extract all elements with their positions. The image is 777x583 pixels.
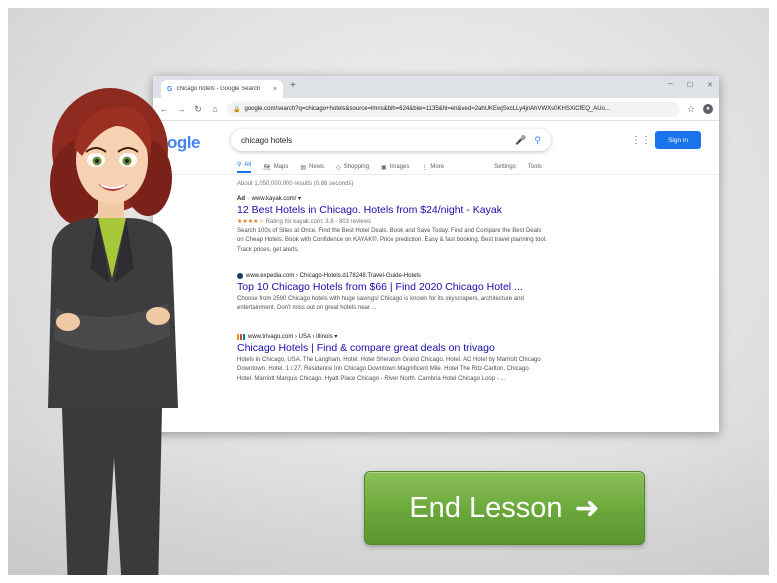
tab-title: chicago hotels - Google Search: [176, 86, 261, 92]
search-query: chicago hotels: [241, 135, 293, 145]
end-lesson-label: End Lesson: [409, 491, 563, 524]
result-url-text: www.expedia.com › Chicago-Hotels.d178248…: [246, 273, 421, 279]
result-snippet: Choose from 2590 Chicago hotels with hug…: [237, 296, 524, 312]
search-input[interactable]: chicago hotels 🎤 ⚲: [231, 129, 551, 151]
minimize-icon[interactable]: ─: [668, 81, 673, 89]
image-icon: ▣: [381, 164, 387, 171]
tag-icon: ◇: [336, 164, 341, 171]
tabs-spacer: [456, 161, 482, 173]
end-lesson-button[interactable]: End Lesson ➜: [364, 471, 645, 545]
tab-all[interactable]: ⚲ All: [237, 161, 252, 173]
search-result: www.trivago.com › USA › Illinois ▾ Chica…: [237, 333, 547, 384]
close-icon[interactable]: ×: [273, 86, 277, 93]
result-title-link[interactable]: 12 Best Hotels in Chicago. Hotels from $…: [237, 204, 547, 216]
search-icon: ⚲: [237, 162, 242, 168]
search-result: Ad · www.kayak.com/ ▾ 12 Best Hotels in …: [237, 195, 547, 255]
presenter-character: [48, 88, 178, 575]
google-results-page: ogle chicago hotels 🎤 ⚲ ⋮⋮ Sign in ⚲ All…: [153, 121, 719, 432]
tab-more-label: More: [430, 164, 445, 170]
reload-icon[interactable]: ↻: [193, 104, 203, 115]
browser-toolbar: ← → ↻ ⌂ 🔒 google.com/search?q=chicago+ho…: [153, 98, 719, 121]
result-snippet: Search 100s of Sites at Once. Find the B…: [237, 228, 547, 253]
result-snippet: Hotels in Chicago, USA. The Langham. Hot…: [237, 357, 541, 382]
tab-maps[interactable]: 🗺 Maps: [263, 161, 288, 173]
profile-avatar-icon[interactable]: ●: [703, 104, 713, 114]
slide-stage: G chicago hotels - Google Search × + ─ ☐…: [8, 8, 769, 575]
result-title-link[interactable]: Chicago Hotels | Find & compare great de…: [237, 342, 547, 354]
maximize-icon[interactable]: ☐: [687, 81, 693, 89]
map-icon: 🗺: [263, 164, 271, 171]
ad-badge: Ad: [237, 195, 245, 202]
home-icon[interactable]: ⌂: [210, 104, 220, 114]
result-url[interactable]: Ad · www.kayak.com/ ▾: [237, 195, 547, 203]
tab-shopping-label: Shopping: [343, 164, 370, 170]
result-stats: About 1,050,000,000 results (0.88 second…: [237, 181, 354, 187]
sign-in-button[interactable]: Sign in: [655, 131, 701, 149]
expedia-icon: [237, 273, 243, 279]
lock-icon: 🔒: [233, 106, 241, 113]
tab-shopping[interactable]: ◇ Shopping: [336, 161, 369, 173]
search-icon[interactable]: ⚲: [534, 135, 541, 146]
more-icon: ⋮: [421, 164, 428, 171]
bookmark-star-icon[interactable]: ☆: [687, 104, 695, 115]
tab-more[interactable]: ⋮ More: [421, 161, 444, 173]
address-bar[interactable]: 🔒 google.com/search?q=chicago+hotels&sou…: [227, 101, 680, 117]
result-rating: ★★★★☆ Rating for kayak.com: 3.8 - 803 re…: [237, 218, 547, 225]
result-url[interactable]: www.expedia.com › Chicago-Hotels.d178248…: [237, 273, 547, 279]
tab-news[interactable]: ▤ News: [300, 161, 324, 173]
trivago-icon: [237, 333, 245, 340]
rating-stars: ★★★★☆: [237, 219, 264, 225]
tab-images-label: Images: [389, 164, 410, 170]
tab-news-label: News: [309, 164, 325, 170]
settings-link[interactable]: Settings: [494, 161, 516, 173]
result-title-link[interactable]: Top 10 Chicago Hotels from $66 | Find 20…: [237, 281, 547, 293]
rating-text: Rating for kayak.com: 3.8 - 803 reviews: [265, 219, 371, 225]
arrow-right-icon: ➜: [574, 491, 600, 525]
search-tabs: ⚲ All 🗺 Maps ▤ News ◇ Shopping ▣ Images …: [237, 161, 542, 173]
tools-link[interactable]: Tools: [528, 161, 542, 173]
tab-strip: G chicago hotels - Google Search × + ─ ☐…: [153, 76, 719, 98]
browser-window: G chicago hotels - Google Search × + ─ ☐…: [153, 76, 719, 432]
tab-images[interactable]: ▣ Images: [381, 161, 409, 173]
result-url-text: · www.kayak.com/ ▾: [248, 196, 302, 202]
window-close-icon[interactable]: ✕: [707, 81, 713, 89]
tab-maps-label: Maps: [273, 164, 289, 170]
microphone-icon[interactable]: 🎤: [515, 135, 526, 146]
tab-all-label: All: [244, 161, 252, 168]
search-result: www.expedia.com › Chicago-Hotels.d178248…: [237, 273, 547, 314]
result-url[interactable]: www.trivago.com › USA › Illinois ▾: [237, 333, 547, 340]
new-tab-icon[interactable]: +: [290, 80, 296, 91]
window-controls: ─ ☐ ✕: [668, 81, 713, 89]
result-url-text: www.trivago.com › USA › Illinois ▾: [248, 334, 338, 340]
url-text: google.com/search?q=chicago+hotels&sourc…: [244, 106, 610, 112]
news-icon: ▤: [300, 164, 307, 171]
apps-grid-icon[interactable]: ⋮⋮: [631, 135, 651, 146]
divider: [153, 174, 719, 175]
